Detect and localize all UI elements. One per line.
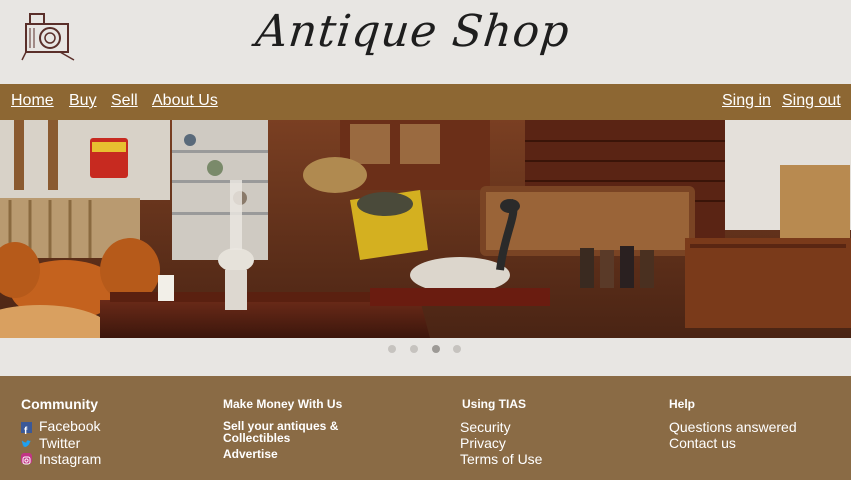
carousel-dot-2[interactable] (410, 345, 418, 353)
footer-link-terms[interactable]: Terms of Use (460, 451, 542, 467)
nav-sign-out[interactable]: Sing out (782, 92, 841, 110)
nav-sign-in[interactable]: Sing in (722, 92, 771, 110)
footer-link-twitter[interactable]: Twitter (39, 435, 80, 451)
footer-link-privacy[interactable]: Privacy (460, 435, 506, 451)
footer-link-security[interactable]: Security (460, 419, 511, 435)
site-title[interactable]: Antique Shop (253, 6, 572, 57)
main-nav: Home Buy Sell About Us Sing in Sing out (0, 84, 851, 120)
nav-sell[interactable]: Sell (111, 92, 138, 110)
footer-link-contact[interactable]: Contact us (669, 435, 736, 451)
nav-buy[interactable]: Buy (69, 92, 97, 110)
antique-store-photo (0, 120, 851, 338)
footer-link-instagram[interactable]: Instagram (39, 451, 101, 467)
footer-heading-help: Help (669, 397, 696, 411)
carousel-dot-3[interactable] (432, 345, 440, 353)
instagram-icon[interactable] (21, 453, 32, 465)
svg-text:f: f (24, 426, 28, 435)
footer-link-questions[interactable]: Questions answered (669, 419, 797, 435)
footer-link-advertise[interactable]: Advertise (223, 447, 278, 461)
facebook-icon[interactable]: f (21, 422, 32, 437)
carousel-indicator-band (0, 338, 851, 376)
footer-link-sell-antiques[interactable]: Sell your antiques & Collectibles (223, 420, 343, 444)
footer-heading-community: Community (21, 396, 98, 412)
twitter-icon[interactable] (21, 437, 32, 448)
nav-about-us[interactable]: About Us (152, 92, 218, 110)
carousel-dot-1[interactable] (388, 345, 396, 353)
carousel-dot-4[interactable] (453, 345, 461, 353)
hero-carousel-image[interactable] (0, 120, 851, 338)
nav-home[interactable]: Home (11, 92, 54, 110)
footer-heading-make-money: Make Money With Us (223, 397, 343, 411)
site-footer: Community f Facebook Twitter Instagram M… (0, 376, 851, 480)
footer-link-facebook[interactable]: Facebook (39, 418, 100, 434)
camera-icon[interactable] (20, 8, 78, 64)
footer-heading-using-tias: Using TIAS (462, 397, 527, 411)
site-header: Antique Shop (0, 0, 851, 84)
